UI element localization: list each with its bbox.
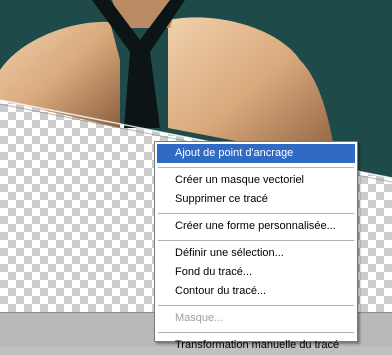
menu-separator xyxy=(158,240,354,241)
menu-item[interactable]: Créer un masque vectoriel xyxy=(157,171,355,190)
menu-item[interactable]: Définir une sélection... xyxy=(157,244,355,263)
menu-separator xyxy=(158,167,354,168)
menu-item[interactable]: Supprimer ce tracé xyxy=(157,190,355,209)
menu-separator xyxy=(158,213,354,214)
context-menu: Ajout de point d'ancrage Créer un masque … xyxy=(154,141,358,351)
menu-item[interactable]: Fond du tracé... xyxy=(157,263,355,282)
menu-item[interactable]: Créer une forme personnalisée... xyxy=(157,217,355,236)
menu-item: Masque... xyxy=(175,312,224,324)
menu-item[interactable]: Contour du tracé... xyxy=(157,282,355,301)
menu-separator xyxy=(158,305,354,306)
menu-separator xyxy=(158,332,354,333)
menu-item[interactable]: Ajout de point d'ancrage xyxy=(157,144,355,163)
